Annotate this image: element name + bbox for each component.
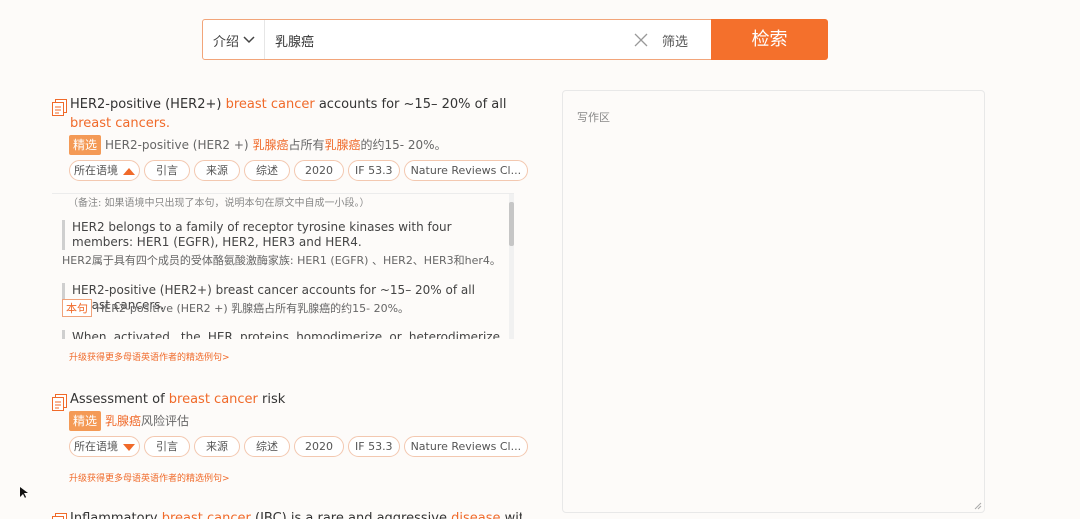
context-toggle[interactable]: 所在语境 — [69, 436, 140, 457]
upgrade-link[interactable]: 升级获得更多母语英语作者的精选例句> — [69, 350, 230, 363]
document-icon — [52, 513, 67, 519]
caret-up-icon — [123, 167, 135, 175]
search-bar: 介绍 筛选 检索 — [202, 19, 828, 60]
featured-badge: 精选 — [69, 411, 102, 431]
search-type-dropdown[interactable]: 介绍 — [203, 20, 265, 59]
tag-journal[interactable]: Nature Reviews Cl... — [403, 160, 529, 181]
tag-impact-factor[interactable]: IF 53.3 — [348, 436, 400, 457]
context-scrollbar-thumb[interactable] — [509, 202, 514, 246]
clear-icon[interactable] — [634, 33, 648, 47]
featured-badge: 精选 — [69, 135, 102, 155]
tag-cite[interactable]: 引言 — [144, 160, 190, 181]
search-input[interactable] — [275, 28, 620, 52]
document-icon — [52, 99, 67, 116]
search-button[interactable]: 检索 — [711, 19, 828, 60]
result-chinese-translation: 精选 HER2-positive (HER2 +) 乳腺癌占所有乳腺癌的约15- … — [69, 135, 447, 155]
tag-source[interactable]: 来源 — [194, 436, 240, 457]
context-current-sentence-cn: 本句 HER2-positive (HER2 +) 乳腺癌占所有乳腺癌的约15- … — [62, 299, 409, 317]
context-panel[interactable]: （备注: 如果语境中只出现了本句，说明本句在原文中自成一小段。） HER2 be… — [52, 193, 514, 339]
tag-cite[interactable]: 引言 — [144, 436, 190, 457]
tag-year[interactable]: 2020 — [294, 436, 344, 457]
caret-down-icon — [123, 443, 135, 451]
result-english-sentence: Assessment of breast cancer risk — [70, 392, 286, 407]
result-english-sentence: HER2-positive (HER2+) breast cancer acco… — [70, 97, 507, 131]
filter-button[interactable]: 筛选 — [662, 31, 688, 50]
chevron-down-icon — [243, 36, 255, 44]
context-sentence-en: HER2 belongs to a family of receptor tyr… — [62, 220, 500, 250]
context-toggle[interactable]: 所在语境 — [69, 160, 140, 181]
context-sentence-cn: HER2属于具有四个成员的受体酪氨酸激酶家族: HER1 (EGFR) 、HER… — [62, 254, 501, 267]
tag-review[interactable]: 综述 — [244, 436, 290, 457]
tag-year[interactable]: 2020 — [294, 160, 344, 181]
writing-area-placeholder: 写作区 — [577, 111, 610, 124]
current-sentence-badge: 本句 — [62, 299, 92, 317]
resize-grip-icon[interactable] — [974, 502, 982, 510]
tag-impact-factor[interactable]: IF 53.3 — [348, 160, 400, 181]
result-english-sentence: Inflammatory breast cancer (IBC) is a ra… — [70, 511, 522, 519]
tag-journal[interactable]: Nature Reviews Cl... — [403, 436, 529, 457]
mouse-cursor-icon — [20, 487, 28, 498]
context-note: （备注: 如果语境中只出现了本句，说明本句在原文中自成一小段。） — [68, 198, 370, 209]
result-chinese-translation: 精选 乳腺癌风险评估 — [69, 411, 189, 431]
search-type-label: 介绍 — [213, 35, 240, 50]
context-sentence-en: When activated, the HER proteins homodim… — [62, 330, 500, 339]
result-tags: 所在语境 引言 来源 综述 2020 IF 53.3 Nature Reviews Cl..… — [69, 160, 532, 181]
result-tags: 所在语境 引言 来源 综述 2020 IF 53.3 Nature Reviews Cl..… — [69, 436, 532, 457]
tag-review[interactable]: 综述 — [244, 160, 290, 181]
tag-source[interactable]: 来源 — [194, 160, 240, 181]
writing-area[interactable]: 写作区 — [562, 90, 985, 513]
document-icon — [52, 394, 67, 411]
upgrade-link[interactable]: 升级获得更多母语英语作者的精选例句> — [69, 471, 230, 484]
